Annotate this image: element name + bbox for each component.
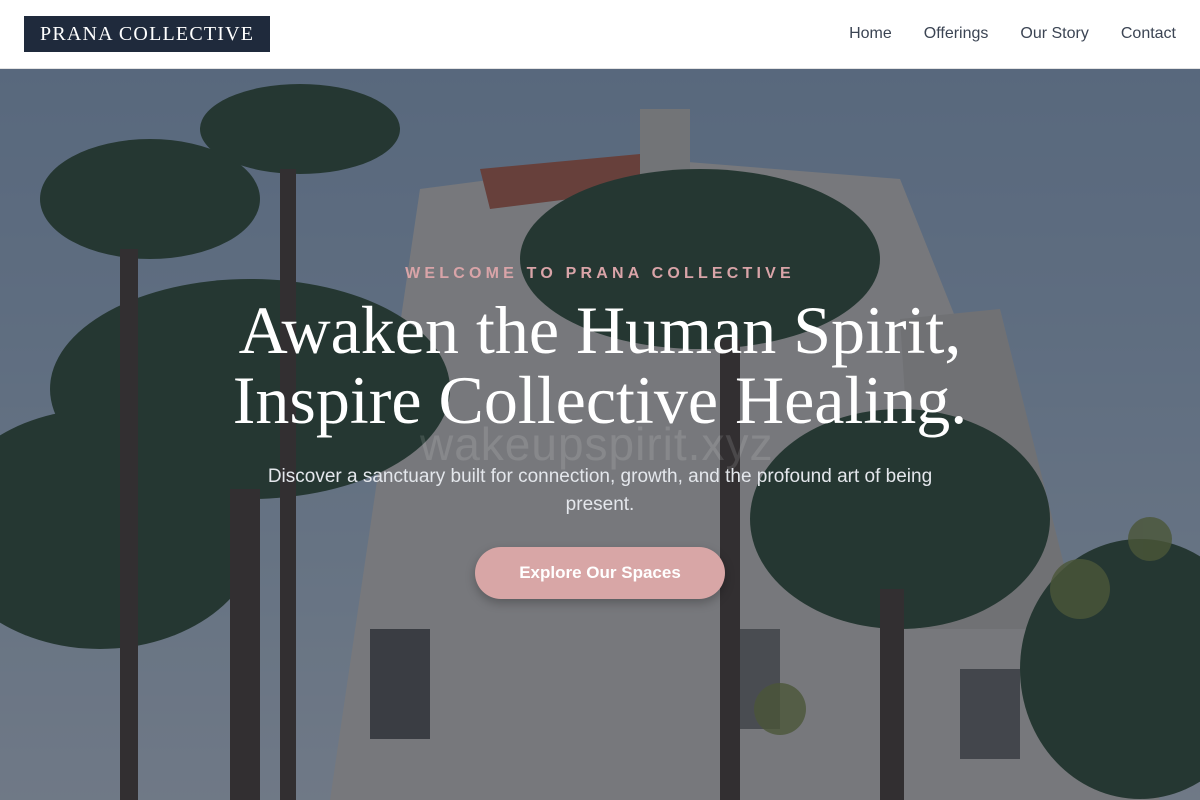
hero-headline-line2: Inspire Collective Healing.	[232, 362, 968, 438]
explore-spaces-button[interactable]: Explore Our Spaces	[475, 547, 725, 599]
hero-subtext: Discover a sanctuary built for connectio…	[267, 466, 933, 515]
hero-headline-line1: Awaken the Human Spirit,	[238, 292, 962, 368]
hero-headline: Awaken the Human Spirit, Inspire Collect…	[233, 295, 968, 435]
nav-home-link[interactable]: Home	[849, 25, 892, 43]
nav-contact-link[interactable]: Contact	[1121, 25, 1176, 43]
hero-section: wakeupspirit.xyz WELCOME TO PRANA COLLEC…	[0, 69, 1200, 800]
hero-eyebrow: WELCOME TO PRANA COLLECTIVE	[405, 265, 795, 282]
site-header: PRANA COLLECTIVE Home Offerings Our Stor…	[0, 0, 1200, 69]
logo[interactable]: PRANA COLLECTIVE	[24, 16, 271, 52]
hero-content: WELCOME TO PRANA COLLECTIVE Awaken the H…	[0, 69, 1200, 800]
nav-offerings-link[interactable]: Offerings	[924, 25, 989, 43]
nav-our-story-link[interactable]: Our Story	[1020, 25, 1088, 43]
main-nav: Home Offerings Our Story Contact	[849, 25, 1176, 43]
